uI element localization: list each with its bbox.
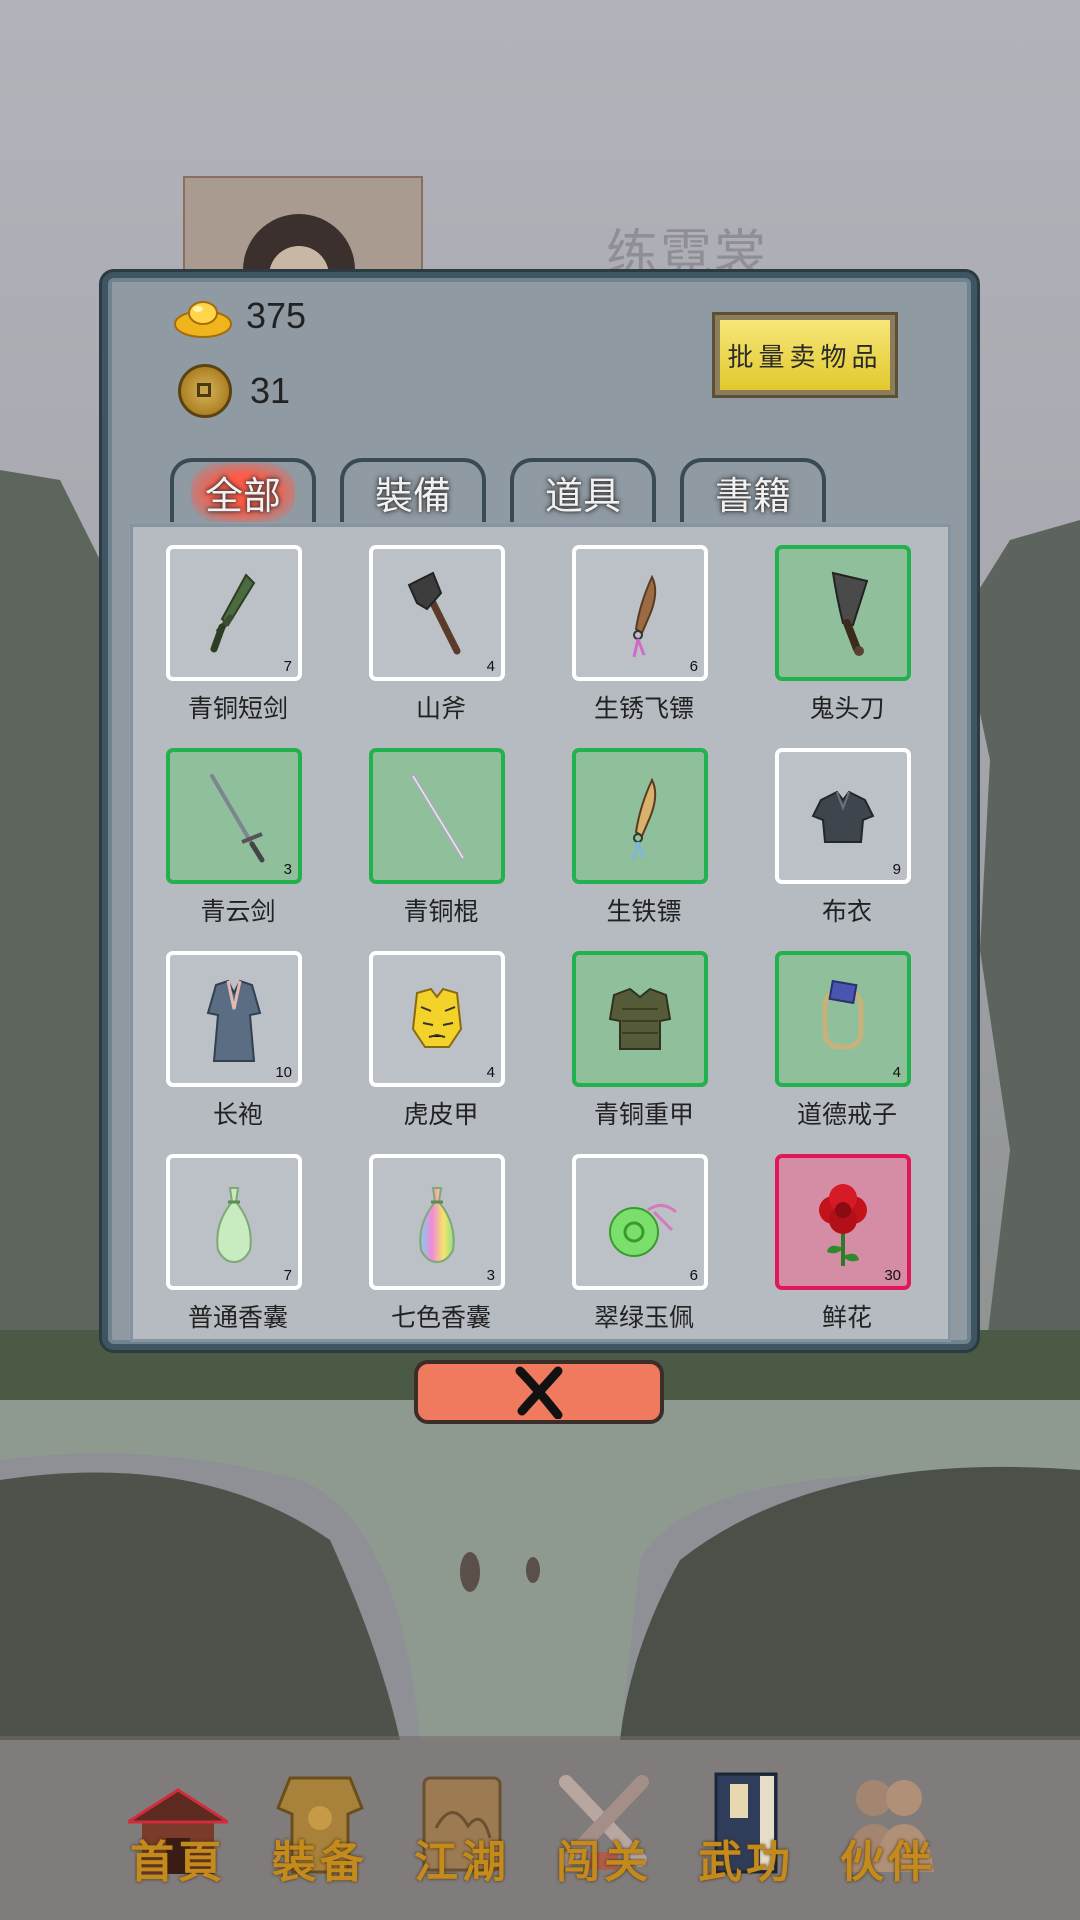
item-name: 虎皮甲: [403, 1100, 479, 1129]
item-count: 3: [283, 861, 292, 878]
item-count: 10: [275, 1064, 292, 1081]
tiger-armor-icon: [411, 987, 463, 1048]
item-name: 长袍: [212, 1100, 263, 1129]
item-slot[interactable]: 青铜重甲: [572, 951, 708, 1129]
tab-all-label: 全部: [190, 462, 295, 522]
item-name: 普通香囊: [187, 1303, 288, 1332]
gold-ingot-row: 375: [174, 294, 306, 338]
heavy-armor-icon: [608, 987, 672, 1050]
item-name: 生铁镖: [606, 897, 682, 926]
item-count: 4: [486, 1064, 495, 1081]
item-name: 青铜棍: [403, 897, 479, 926]
item-name: 鬼头刀: [809, 694, 885, 723]
close-icon: [515, 1366, 563, 1419]
item-name: 青铜重甲: [593, 1100, 694, 1129]
nav-home[interactable]: 首頁: [108, 1768, 248, 1898]
nav-partners[interactable]: 伙伴: [818, 1768, 958, 1898]
nav-partners-label: 伙伴: [840, 1837, 936, 1888]
jade-pendant-icon: [609, 1204, 677, 1257]
item-slot[interactable]: 30 鲜花: [775, 1154, 911, 1332]
cloth-shirt-icon: [811, 790, 875, 843]
item-name: 翠绿玉佩: [593, 1303, 694, 1332]
item-name: 布衣: [821, 897, 872, 926]
tab-all[interactable]: 全部: [170, 458, 316, 522]
item-slot[interactable]: 生铁镖: [572, 748, 708, 926]
item-name: 七色香囊: [390, 1303, 491, 1332]
item-count: 6: [689, 658, 698, 675]
item-slot[interactable]: 10 长袍: [166, 951, 302, 1129]
item-slot[interactable]: 6 生锈飞镖: [572, 545, 708, 723]
item-count: 7: [283, 658, 292, 675]
bottom-navigation: 首頁 裝备 江湖 闯关 武功 伙伴: [0, 1736, 1080, 1920]
item-count: 30: [884, 1267, 901, 1284]
dart-icon: [632, 777, 657, 861]
item-count: 4: [486, 658, 495, 675]
axe-icon: [407, 571, 461, 655]
item-slot[interactable]: 7 青铜短剑: [166, 545, 302, 723]
item-slot[interactable]: 7 普通香囊: [166, 1154, 302, 1332]
tab-books-label: 書籍: [714, 473, 791, 518]
item-grid: 7 青铜短剑 4 山斧 6 生锈飞镖 鬼头刀 3 青云剑 青铜棍 生铁镖 9 布衣 10 长袍 4 虎皮甲 青铜重…: [166, 545, 911, 1332]
nav-jianghu[interactable]: 江湖: [392, 1768, 532, 1898]
ring-icon: [822, 979, 864, 1050]
item-slot[interactable]: 鬼头刀: [775, 545, 911, 723]
tab-books[interactable]: 書籍: [680, 458, 826, 522]
item-slot[interactable]: 3 七色香囊: [369, 1154, 505, 1332]
nav-challenge[interactable]: 闯关: [534, 1768, 674, 1898]
item-slot[interactable]: 4 虎皮甲: [369, 951, 505, 1129]
staff-icon: [410, 773, 466, 861]
tab-equipment-label: 裝備: [374, 473, 451, 518]
item-slot[interactable]: 6 翠绿玉佩: [572, 1154, 708, 1332]
nav-jianghu-label: 江湖: [414, 1837, 510, 1888]
sachet-icon: [419, 1187, 455, 1264]
long-sword-icon: [210, 774, 265, 863]
item-count: 6: [689, 1267, 698, 1284]
item-name: 鲜花: [821, 1303, 872, 1332]
item-name: 青铜短剑: [187, 694, 288, 723]
item-count: 4: [892, 1064, 901, 1081]
item-count: 3: [486, 1267, 495, 1284]
category-tabs: 全部 裝備 道具 書籍: [170, 458, 826, 522]
bulk-sell-label: 批量卖物品: [720, 320, 890, 390]
item-slot[interactable]: 4 道德戒子: [775, 951, 911, 1129]
gold-ingot-value: 375: [246, 295, 307, 336]
item-count: 7: [283, 1267, 292, 1284]
nav-equipment-label: 裝备: [272, 1837, 368, 1888]
dart-icon: [632, 574, 657, 658]
item-slot[interactable]: 3 青云剑: [166, 748, 302, 926]
item-slot[interactable]: 青铜棍: [369, 748, 505, 926]
tab-props[interactable]: 道具: [510, 458, 656, 522]
gold-ingot-icon: [174, 294, 232, 338]
item-count: 9: [892, 861, 901, 878]
copper-coin-value: 31: [250, 370, 291, 411]
nav-martial-arts-label: 武功: [698, 1837, 794, 1888]
item-name: 道德戒子: [796, 1100, 897, 1129]
nav-home-label: 首頁: [130, 1837, 226, 1888]
nav-martial-arts[interactable]: 武功: [676, 1768, 816, 1898]
robe-icon: [206, 979, 262, 1062]
nav-equipment[interactable]: 裝备: [250, 1768, 390, 1898]
short-sword-icon: [210, 573, 256, 653]
broadsword-icon: [831, 571, 869, 656]
item-name: 生锈飞镖: [593, 694, 694, 723]
sachet-icon: [216, 1187, 252, 1264]
item-grid-container: 7 青铜短剑 4 山斧 6 生锈飞镖 鬼头刀 3 青云剑 青铜棍 生铁镖 9 布衣 10 长袍 4 虎皮甲 青铜重…: [130, 524, 951, 1342]
flower-icon: [819, 1184, 867, 1266]
copper-coin-row: 31: [174, 364, 290, 418]
item-name: 青云剑: [200, 897, 276, 926]
tab-equipment[interactable]: 裝備: [340, 458, 486, 522]
nav-challenge-label: 闯关: [556, 1837, 652, 1888]
inventory-panel: 375 31 批量卖物品 全部 裝備 道具 書籍 7 青铜短剑 4 山斧 6 生锈飞镖 鬼头…: [102, 272, 977, 1350]
item-slot[interactable]: 9 布衣: [775, 748, 911, 926]
bulk-sell-button[interactable]: 批量卖物品: [712, 312, 898, 398]
close-button[interactable]: [414, 1360, 664, 1424]
copper-coin-icon: [178, 364, 232, 418]
item-name: 山斧: [415, 694, 466, 723]
item-slot[interactable]: 4 山斧: [369, 545, 505, 723]
tab-props-label: 道具: [544, 473, 621, 518]
